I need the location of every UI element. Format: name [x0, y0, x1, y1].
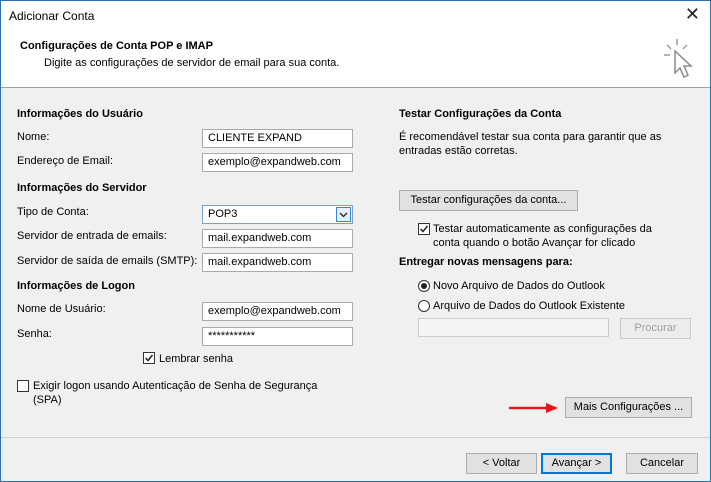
next-button[interactable]: Avançar >: [541, 453, 612, 474]
account-type-label: Tipo de Conta:: [17, 206, 89, 218]
incoming-server-label: Servidor de entrada de emails:: [17, 230, 167, 242]
outgoing-server-label: Servidor de saída de emails (SMTP):: [17, 255, 198, 267]
incoming-server-field[interactable]: mail.expandweb.com: [202, 229, 353, 248]
test-description: É recomendável testar sua conta para gar…: [399, 131, 662, 143]
name-label: Nome:: [17, 131, 50, 143]
spa-label-continued: (SPA): [33, 394, 62, 406]
username-field[interactable]: exemplo@expandweb.com: [202, 302, 353, 321]
back-button[interactable]: < Voltar: [466, 453, 537, 474]
email-label: Endereço de Email:: [17, 155, 113, 167]
footer-divider: [1, 437, 710, 438]
window-title: Adicionar Conta: [9, 9, 95, 23]
test-account-button[interactable]: Testar configurações da conta...: [399, 190, 578, 211]
email-field[interactable]: exemplo@expandweb.com: [202, 153, 353, 172]
checkmark-icon: [419, 225, 429, 233]
logon-info-heading: Informações de Logon: [17, 280, 135, 292]
auto-test-label: Testar automaticamente as configurações …: [433, 223, 652, 235]
title-bar: Adicionar Conta ✕: [1, 1, 710, 29]
page-title: Configurações de Conta POP e IMAP: [20, 40, 213, 52]
server-info-heading: Informações do Servidor: [17, 182, 147, 194]
radio-selected-dot: [421, 283, 427, 289]
password-label: Senha:: [17, 328, 52, 340]
spa-label: Exigir logon usando Autenticação de Senh…: [33, 380, 318, 392]
remember-password-label: Lembrar senha: [159, 353, 233, 365]
test-settings-heading: Testar Configurações da Conta: [399, 108, 562, 120]
checkmark-icon: [144, 354, 154, 362]
username-label: Nome de Usuário:: [17, 303, 106, 315]
red-arrow-icon: [509, 403, 558, 413]
chevron-down-icon[interactable]: [336, 207, 351, 222]
existing-data-file-label: Arquivo de Dados do Outlook Existente: [433, 300, 626, 312]
auto-test-checkbox[interactable]: [418, 223, 430, 235]
cursor-click-icon: [664, 39, 693, 79]
existing-data-file-radio[interactable]: [418, 300, 430, 312]
spa-checkbox[interactable]: [17, 380, 29, 392]
account-type-select[interactable]: POP3: [202, 205, 353, 224]
name-field[interactable]: CLIENTE EXPAND: [202, 129, 353, 148]
test-description-continued: entradas estão corretas.: [399, 145, 518, 157]
header-panel: Configurações de Conta POP e IMAP Digite…: [1, 29, 710, 88]
cancel-button[interactable]: Cancelar: [626, 453, 698, 474]
browse-button[interactable]: Procurar: [620, 318, 691, 339]
new-data-file-radio[interactable]: [418, 280, 430, 292]
page-subtitle: Digite as configurações de servidor de e…: [44, 57, 340, 69]
account-type-value: POP3: [208, 208, 238, 220]
data-file-path-field[interactable]: [418, 318, 609, 337]
password-field[interactable]: ***********: [202, 327, 353, 346]
remember-password-checkbox[interactable]: [143, 352, 155, 364]
auto-test-label-continued: conta quando o botão Avançar for clicado: [433, 237, 636, 249]
outgoing-server-field[interactable]: mail.expandweb.com: [202, 253, 353, 272]
close-icon[interactable]: ✕: [685, 5, 700, 23]
user-info-heading: Informações do Usuário: [17, 108, 143, 120]
more-settings-button[interactable]: Mais Configurações ...: [565, 397, 692, 418]
deliver-heading: Entregar novas mensagens para:: [399, 256, 573, 268]
new-data-file-label: Novo Arquivo de Dados do Outlook: [433, 280, 605, 292]
